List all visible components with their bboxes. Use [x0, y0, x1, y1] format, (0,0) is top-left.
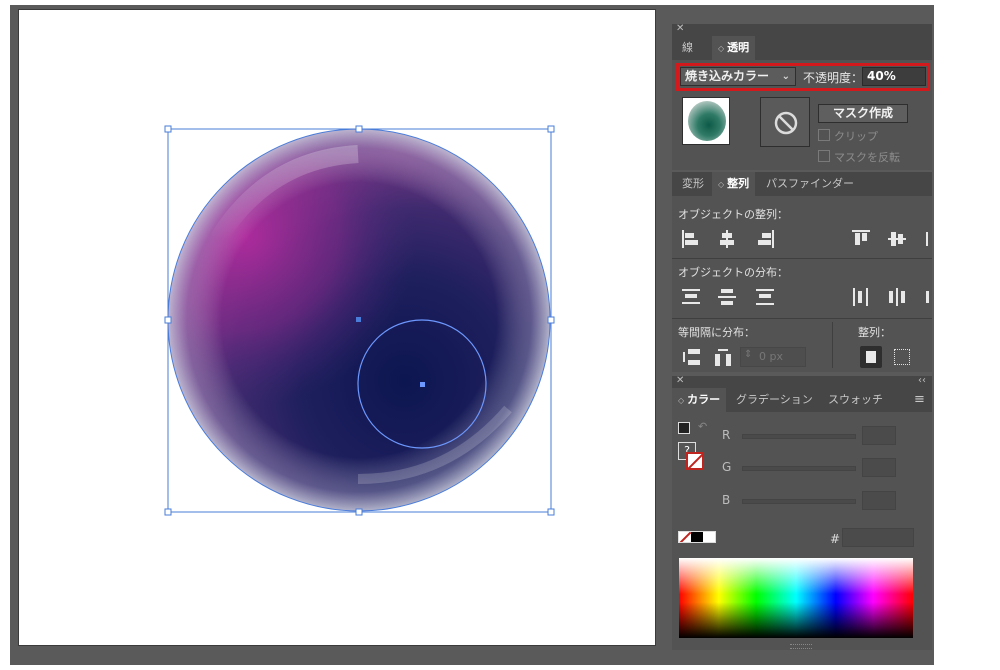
align-objects-label: オブジェクトの整列：	[678, 208, 788, 221]
swap-colors-icon[interactable]: ↶	[698, 420, 707, 433]
blue-label: B	[722, 493, 731, 507]
opacity-label: 不透明度：	[803, 71, 864, 85]
distribute-hcenter-icon[interactable]	[888, 288, 906, 306]
transparency-tab-bar: 線 ◇ 透明	[672, 36, 932, 60]
align-right-icon[interactable]	[756, 230, 774, 248]
no-mask-icon	[774, 111, 798, 135]
panel-header-bar: ✕	[672, 23, 932, 36]
distribute-top-icon[interactable]	[682, 288, 700, 306]
tab-swatches[interactable]: スウォッチ	[822, 388, 889, 412]
align-bottom-icon[interactable]	[924, 230, 932, 248]
red-value-input[interactable]	[862, 426, 896, 445]
tab-gradient[interactable]: グラデーション	[730, 388, 819, 412]
invert-mask-checkbox[interactable]: マスクを反転	[818, 149, 900, 165]
spacing-value: 0 px	[759, 350, 783, 363]
panel-options-icon: ◇	[678, 396, 685, 405]
green-value-input[interactable]	[862, 458, 896, 477]
green-label: G	[722, 460, 732, 474]
tab-transparency[interactable]: ◇ 透明	[712, 36, 756, 60]
hex-label: #	[830, 532, 841, 546]
chevron-down-icon: ⌄	[781, 71, 790, 82]
tab-stroke[interactable]: 線	[676, 36, 699, 60]
spacing-input[interactable]: ⇕ 0 px	[740, 347, 806, 367]
distribute-hspace-icon[interactable]	[714, 348, 732, 366]
align-to-label: 整列：	[858, 326, 891, 339]
distribute-bottom-icon[interactable]	[756, 288, 774, 306]
mask-thumbnail[interactable]	[760, 97, 810, 147]
align-to-selection-icon[interactable]	[860, 346, 882, 368]
align-tab-bar: 変形 ◇ 整列 パスファインダー	[672, 172, 932, 196]
distribute-vcenter-icon[interactable]	[718, 288, 736, 306]
none-black-white-swatches[interactable]	[678, 531, 716, 543]
red-label: R	[722, 428, 731, 442]
tab-transform[interactable]: 変形	[676, 172, 710, 196]
blend-mode-select[interactable]: 焼き込みカラー ⌄	[680, 67, 796, 86]
divider	[832, 322, 833, 368]
color-spectrum[interactable]	[679, 558, 913, 638]
resize-grip[interactable]	[790, 644, 812, 649]
transparency-panel: ✕ 線 ◇ 透明 焼き込みカラー ⌄ 不透明度： 40% マスク作成 クリップ マ…	[672, 23, 932, 170]
opacity-value: 40%	[867, 69, 896, 83]
artwork-canvas[interactable]	[18, 9, 656, 646]
color-panel: ✕ ‹‹ ◇ カラー グラデーション スウォッチ ≡ ↶ ? R G B #	[672, 375, 932, 650]
align-top-icon[interactable]	[852, 230, 870, 248]
panel-menu-icon[interactable]: ≡	[908, 388, 931, 412]
default-colors-icon[interactable]	[678, 422, 690, 434]
color-tab-bar: ◇ カラー グラデーション スウォッチ ≡	[672, 388, 932, 412]
tab-color-label: カラー	[687, 393, 721, 406]
close-icon[interactable]: ✕	[676, 23, 684, 34]
tab-align-label: 整列	[727, 177, 750, 190]
tab-color[interactable]: ◇ カラー	[672, 388, 727, 412]
align-hcenter-icon[interactable]	[718, 230, 736, 248]
stroke-swatch-icon[interactable]	[686, 452, 704, 470]
distribute-right-icon[interactable]	[924, 288, 932, 306]
distribute-left-icon[interactable]	[852, 288, 870, 306]
tab-align[interactable]: ◇ 整列	[712, 172, 756, 196]
invert-mask-label: マスクを反転	[834, 151, 900, 164]
align-panel: 変形 ◇ 整列 パスファインダー オブジェクトの整列： オブジェクトの分布： 等間…	[672, 172, 932, 372]
distribute-objects-label: オブジェクトの分布：	[678, 266, 788, 279]
spinner-icon: ⇕	[744, 349, 753, 360]
panel-options-icon: ◇	[718, 180, 725, 189]
close-icon[interactable]: ✕	[676, 375, 684, 386]
collapse-icon[interactable]: ‹‹	[918, 375, 926, 386]
align-vcenter-icon[interactable]	[888, 230, 906, 248]
divider	[672, 318, 932, 319]
opacity-input[interactable]: 40%	[862, 67, 926, 86]
divider	[672, 258, 932, 259]
blue-value-input[interactable]	[862, 491, 896, 510]
panel-options-icon: ◇	[718, 44, 725, 53]
distribute-vspace-icon[interactable]	[682, 348, 700, 366]
clip-label: クリップ	[834, 130, 878, 143]
tab-transparency-label: 透明	[727, 41, 750, 54]
clip-checkbox[interactable]: クリップ	[818, 128, 878, 144]
hex-input[interactable]	[842, 528, 914, 547]
make-mask-button[interactable]: マスク作成	[818, 104, 908, 123]
panel-header-bar: ✕ ‹‹	[672, 375, 932, 388]
distribute-spacing-label: 等間隔に分布：	[678, 326, 755, 339]
tab-pathfinder[interactable]: パスファインダー	[760, 172, 860, 196]
object-thumbnail[interactable]	[682, 97, 730, 145]
align-left-icon[interactable]	[682, 230, 700, 248]
blend-mode-value: 焼き込みカラー	[685, 69, 770, 83]
align-to-key-object-icon[interactable]	[894, 349, 910, 365]
